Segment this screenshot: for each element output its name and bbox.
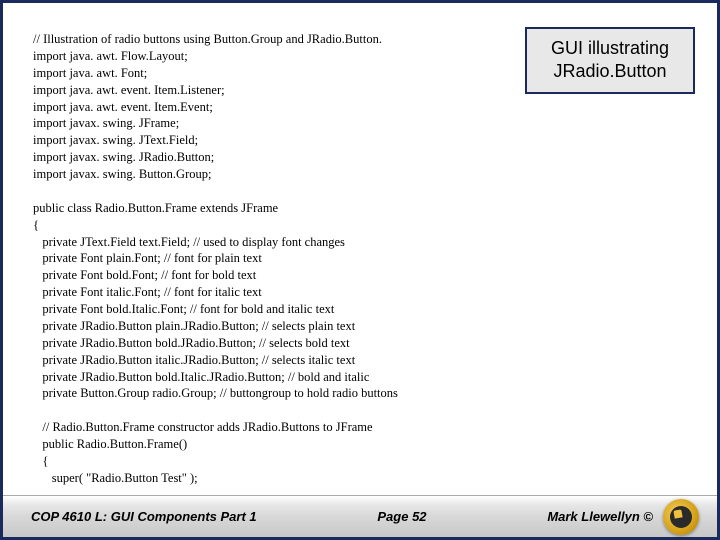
- ucf-logo-icon: [663, 499, 699, 535]
- footer-page-number: Page 52: [377, 509, 426, 524]
- footer-author: Mark Llewellyn ©: [547, 509, 653, 524]
- callout-line-2: JRadio.Button: [531, 60, 689, 83]
- slide-container: GUI illustrating JRadio.Button // Illust…: [0, 0, 720, 540]
- code-listing: // Illustration of radio buttons using B…: [33, 31, 398, 487]
- callout-line-1: GUI illustrating: [531, 37, 689, 60]
- footer-bar: COP 4610 L: GUI Components Part 1 Page 5…: [3, 495, 717, 537]
- footer-right-group: Mark Llewellyn ©: [547, 499, 699, 535]
- callout-box: GUI illustrating JRadio.Button: [525, 27, 695, 94]
- footer-course-title: COP 4610 L: GUI Components Part 1: [31, 509, 257, 524]
- ucf-logo-inner: [670, 506, 692, 528]
